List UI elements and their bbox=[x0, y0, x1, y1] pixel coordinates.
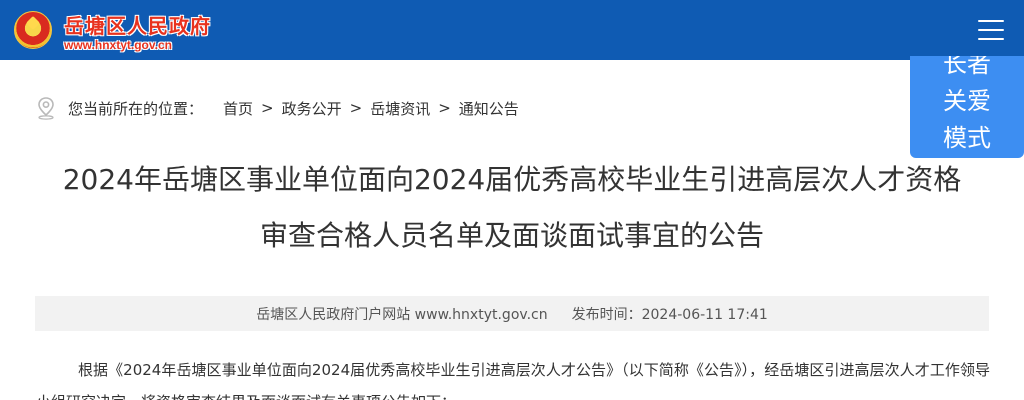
publish-time: 发布时间：2024-06-11 17:41 bbox=[571, 306, 768, 323]
breadcrumb-separator: > bbox=[349, 99, 363, 117]
menu-bar bbox=[978, 29, 1004, 31]
national-emblem-icon[interactable] bbox=[14, 11, 52, 49]
elder-mode-label: 长者 bbox=[943, 56, 991, 78]
breadcrumb-home[interactable]: 首页 bbox=[223, 98, 253, 119]
location-pin-icon bbox=[38, 97, 54, 120]
article-source: 岳塘区人民政府门户网站 www.hnxtyt.gov.cn bbox=[256, 306, 548, 323]
breadcrumb: 您当前所在的位置： 首页 > 政务公开 > 岳塘资讯 > 通知公告 bbox=[36, 96, 519, 120]
breadcrumb-separator: > bbox=[261, 99, 274, 117]
elder-mode-button[interactable]: 长者 关爱 模式 bbox=[910, 56, 1024, 158]
hamburger-menu-icon[interactable] bbox=[978, 19, 1004, 41]
elder-mode-label: 关爱 bbox=[943, 87, 991, 115]
breadcrumb-government-affairs[interactable]: 政务公开 bbox=[282, 98, 342, 119]
breadcrumb-notices[interactable]: 通知公告 bbox=[459, 98, 519, 119]
article-body: 根据《2024年岳塘区事业单位面向2024届优秀高校毕业生引进高层次人才公告》（… bbox=[36, 361, 990, 400]
site-url[interactable]: www.hnxtyt.gov.cn bbox=[64, 38, 172, 52]
article-meta-bar: 岳塘区人民政府门户网站 www.hnxtyt.gov.cn 发布时间：2024-… bbox=[35, 296, 989, 331]
breadcrumb-separator: > bbox=[438, 99, 451, 117]
menu-bar bbox=[978, 38, 1004, 40]
article-title: 2024年岳塘区事业单位面向2024届优秀高校毕业生引进高层次人才资格 审查合格… bbox=[30, 152, 994, 264]
article-title-line: 审查合格人员名单及面谈面试事宜的公告 bbox=[259, 219, 764, 252]
site-header: 岳塘区人民政府 www.hnxtyt.gov.cn bbox=[0, 0, 1024, 60]
article-title-line: 2024年岳塘区事业单位面向2024届优秀高校毕业生引进高层次人才资格 bbox=[62, 163, 962, 196]
breadcrumb-yuetang-news[interactable]: 岳塘资讯 bbox=[370, 98, 430, 119]
elder-mode-label: 模式 bbox=[943, 124, 991, 152]
site-name[interactable]: 岳塘区人民政府 bbox=[64, 10, 211, 39]
menu-bar bbox=[978, 20, 1004, 22]
breadcrumb-label: 您当前所在的位置： bbox=[68, 99, 204, 118]
